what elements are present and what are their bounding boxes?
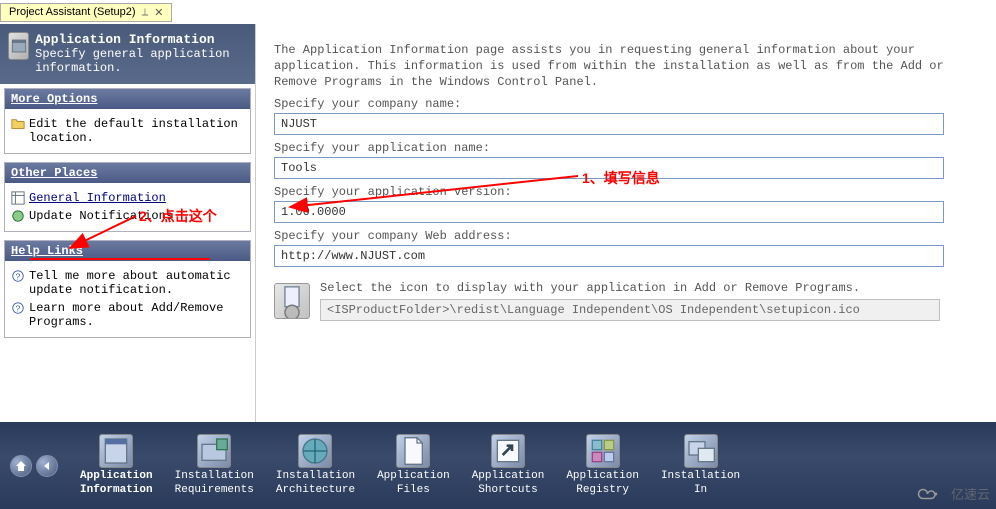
banner-app-icon: [8, 32, 29, 60]
appname-input[interactable]: [274, 157, 944, 179]
nav-installation-interview[interactable]: Installation In: [661, 434, 740, 496]
version-label: Specify your application version:: [274, 185, 978, 199]
tab-bar: Project Assistant (Setup2) ⟂ ✕: [0, 0, 996, 24]
main-area: Application Information Specify general …: [0, 24, 996, 422]
panel-help-links: Help Links ? Tell me more about automati…: [4, 240, 251, 338]
appname-label: Specify your application name:: [274, 141, 978, 155]
panel-header: More Options: [5, 89, 250, 109]
form-area: The Application Information page assists…: [256, 24, 996, 422]
icon-path-input[interactable]: [320, 299, 940, 321]
app-icon-preview: [274, 283, 310, 319]
bottom-nav: Application Information Installation Req…: [0, 422, 996, 509]
globe-icon: [11, 209, 25, 223]
folder-icon: [11, 117, 25, 131]
version-input[interactable]: [274, 201, 944, 223]
nav-icon: [99, 434, 133, 468]
nav-label: Installation In: [661, 470, 740, 496]
company-input[interactable]: [274, 113, 944, 135]
item-label: Edit the default installation location.: [29, 117, 244, 145]
pin-icon[interactable]: ⟂: [142, 7, 149, 18]
panel-header: Help Links: [5, 241, 250, 261]
web-input[interactable]: [274, 245, 944, 267]
nav-label: Installation Architecture: [276, 470, 355, 496]
nav-label: Application Files: [377, 470, 450, 496]
banner-subtitle: Specify general application information.: [35, 47, 247, 76]
watermark: 亿速云: [917, 484, 990, 503]
company-label: Specify your company name:: [274, 97, 978, 111]
item-edit-install-location[interactable]: Edit the default installation location.: [9, 115, 246, 147]
nav-icon: [491, 434, 525, 468]
nav-application-information[interactable]: Application Information: [80, 434, 153, 496]
nav-icon: [197, 434, 231, 468]
svg-text:?: ?: [15, 304, 20, 314]
panel-more-options: More Options Edit the default installati…: [4, 88, 251, 154]
left-sidebar: Application Information Specify general …: [0, 24, 256, 422]
item-label: Update Notifications: [29, 209, 173, 223]
grid-icon: [11, 191, 25, 205]
nav-icon: [298, 434, 332, 468]
nav-label: Application Registry: [566, 470, 639, 496]
nav-back-button[interactable]: [36, 455, 58, 477]
panel-header: Other Places: [5, 163, 250, 183]
nav-icon: [586, 434, 620, 468]
banner-title: Application Information: [35, 32, 247, 47]
nav-label: Application Shortcuts: [472, 470, 545, 496]
item-help-auto-update[interactable]: ? Tell me more about automatic update no…: [9, 267, 246, 299]
tab-title: Project Assistant (Setup2): [9, 6, 136, 18]
item-help-add-remove[interactable]: ? Learn more about Add/Remove Programs.: [9, 299, 246, 331]
item-label: Tell me more about automatic update noti…: [29, 269, 244, 297]
help-icon: ?: [11, 301, 25, 315]
nav-icon: [396, 434, 430, 468]
nav-application-files[interactable]: Application Files: [377, 434, 450, 496]
nav-installation-architecture[interactable]: Installation Architecture: [276, 434, 355, 496]
item-label: Learn more about Add/Remove Programs.: [29, 301, 244, 329]
nav-application-shortcuts[interactable]: Application Shortcuts: [472, 434, 545, 496]
banner: Application Information Specify general …: [0, 24, 255, 84]
close-icon[interactable]: ✕: [154, 6, 163, 19]
item-general-information[interactable]: General Information: [9, 189, 246, 207]
help-icon: ?: [11, 269, 25, 283]
nav-application-registry[interactable]: Application Registry: [566, 434, 639, 496]
icon-description: Select the icon to display with your app…: [320, 281, 978, 295]
nav-installation-requirements[interactable]: Installation Requirements: [175, 434, 254, 496]
panel-other-places: Other Places General Information Update …: [4, 162, 251, 232]
web-label: Specify your company Web address:: [274, 229, 978, 243]
intro-text: The Application Information page assists…: [274, 42, 978, 91]
item-update-notifications[interactable]: Update Notifications: [9, 207, 246, 225]
tab-project-assistant[interactable]: Project Assistant (Setup2) ⟂ ✕: [0, 3, 172, 22]
watermark-text: 亿速云: [951, 484, 990, 503]
nav-icon: [684, 434, 718, 468]
item-label: General Information: [29, 191, 166, 205]
svg-text:?: ?: [15, 272, 20, 282]
nav-home-button[interactable]: [10, 455, 32, 477]
nav-label: Installation Requirements: [175, 470, 254, 496]
nav-label: Application Information: [80, 470, 153, 496]
